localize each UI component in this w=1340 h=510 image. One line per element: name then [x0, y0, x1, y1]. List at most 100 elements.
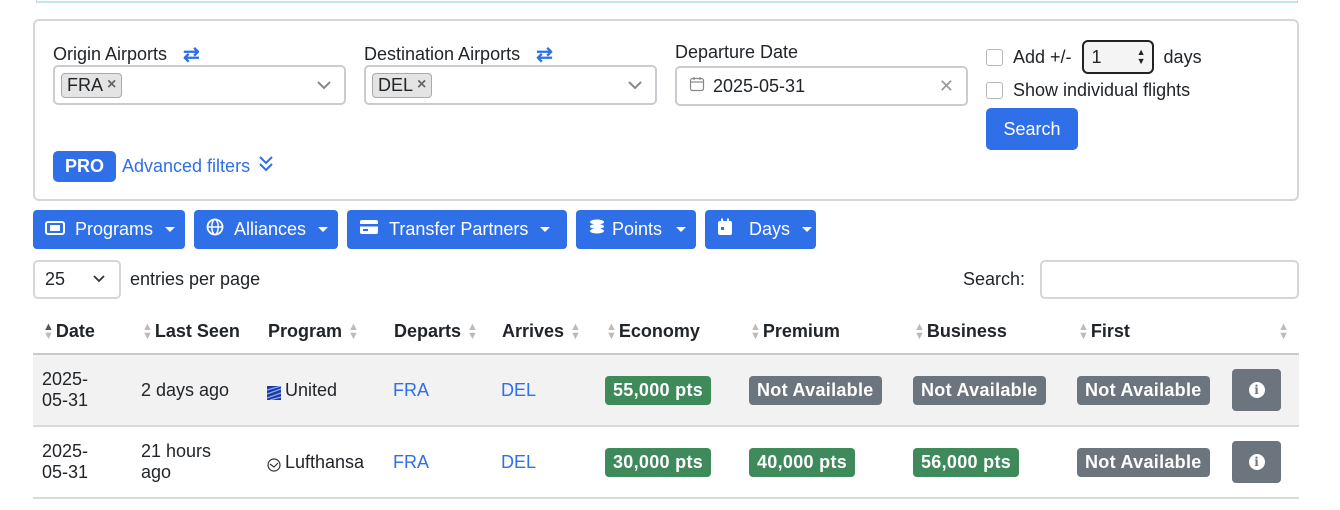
column-header-arrives[interactable]: Arrives ▲ ▼ [492, 310, 596, 355]
last-seen-part: ago [141, 462, 172, 482]
destination-airports-select[interactable]: DEL × [364, 65, 657, 105]
column-label: Economy [618, 321, 700, 341]
clear-date-icon[interactable]: ✕ [939, 76, 954, 97]
sort-asc-icon: ▲ ▼ [43, 321, 54, 343]
top-divider [36, 0, 1298, 3]
column-label: Business [926, 321, 1007, 341]
sort-icon: ▲ ▼ [1278, 321, 1289, 343]
days-label: days [1163, 46, 1202, 67]
calendar-icon [717, 218, 733, 241]
departs-cell[interactable]: FRA [384, 426, 492, 499]
sort-icon: ▲ ▼ [1078, 321, 1089, 343]
departure-date-input[interactable]: 2025-05-31 ✕ [675, 66, 968, 106]
economy-badge[interactable]: 55,000 pts [605, 375, 712, 405]
chevron-down-icon[interactable] [627, 75, 643, 95]
column-label: Program [268, 321, 343, 341]
sort-icon: ▲ ▼ [750, 321, 761, 343]
united-logo-icon [266, 384, 282, 401]
destination-tag-label: DEL [378, 74, 414, 95]
departure-date-label: Departure Date [675, 42, 799, 62]
arrives-link[interactable]: DEL [501, 452, 536, 472]
search-button[interactable]: Search [986, 108, 1078, 150]
info-button[interactable]: i [1232, 441, 1281, 483]
ticket-icon [45, 219, 65, 240]
advanced-filters-link[interactable]: Advanced filters [122, 155, 274, 178]
add-days-checkbox[interactable] [986, 48, 1003, 66]
origin-airports-select[interactable]: FRA × [53, 65, 346, 105]
table-row: 2025- 05-31 2 days ago United FRA DEL 55,… [33, 354, 1299, 427]
calendar-icon [689, 76, 705, 97]
column-label: Last Seen [154, 321, 240, 341]
date-cell: 2025- 05-31 [33, 354, 132, 427]
days-label: Days [749, 219, 791, 239]
add-days-row: Add +/- 1 ▲ ▼ days [986, 40, 1202, 74]
first-badge: Not Available [1077, 447, 1210, 477]
column-header-date[interactable]: ▲ ▼ Date [33, 310, 132, 355]
sort-icon: ▲ ▼ [606, 321, 617, 343]
date-part: 05-31 [42, 390, 89, 410]
premium-badge[interactable]: 40,000 pts [749, 447, 856, 477]
destination-label-text: Destination Airports [364, 44, 521, 64]
swap-origin-icon[interactable]: ⇄ [183, 42, 200, 67]
sort-icon: ▲ ▼ [570, 321, 581, 343]
points-dropdown[interactable]: Points [576, 210, 696, 249]
arrives-cell[interactable]: DEL [492, 426, 596, 499]
add-days-value: 1 [1091, 46, 1102, 67]
column-header-economy[interactable]: ▲ ▼ Economy [596, 310, 740, 355]
caret-down-icon [318, 227, 329, 232]
alliances-dropdown[interactable]: Alliances [194, 210, 338, 249]
origin-tag: FRA × [61, 72, 123, 98]
stepper-arrows-icon[interactable]: ▲ ▼ [1137, 48, 1146, 66]
sort-icon: ▲ ▼ [467, 321, 478, 343]
table-search-input[interactable] [1040, 260, 1299, 299]
last-seen-cell: 2 days ago [132, 354, 258, 427]
origin-tag-label: FRA [67, 74, 103, 95]
globe-icon [206, 218, 224, 241]
swap-destination-icon[interactable]: ⇄ [536, 42, 553, 67]
business-badge[interactable]: 56,000 pts [913, 447, 1020, 477]
chevron-down-icon[interactable] [316, 75, 332, 95]
column-label: Departs [394, 321, 462, 341]
first-badge: Not Available [1077, 375, 1210, 405]
economy-badge[interactable]: 30,000 pts [605, 447, 712, 477]
add-days-stepper[interactable]: 1 ▲ ▼ [1081, 40, 1154, 74]
program-cell: Lufthansa [258, 426, 384, 499]
last-seen-part: 21 hours [141, 441, 212, 461]
column-header-last-seen[interactable]: ▲ ▼ Last Seen [132, 310, 258, 355]
arrives-cell[interactable]: DEL [492, 354, 596, 427]
remove-destination-icon[interactable]: × [417, 76, 426, 94]
programs-label: Programs [75, 219, 154, 239]
column-header-premium[interactable]: ▲ ▼ Premium [740, 310, 904, 355]
date-part: 2025- [42, 369, 89, 389]
column-header-business[interactable]: ▲ ▼ Business [904, 310, 1068, 355]
show-individual-row: Show individual flights [986, 80, 1190, 101]
premium-cell: 40,000 pts [740, 426, 904, 499]
entries-per-page-select[interactable]: 25 [33, 260, 121, 299]
info-button[interactable]: i [1232, 369, 1281, 411]
show-individual-checkbox[interactable] [986, 82, 1003, 99]
coins-icon [588, 218, 606, 241]
transfer-partners-dropdown[interactable]: Transfer Partners [347, 210, 567, 249]
credit-card-icon [359, 219, 379, 240]
departure-date-value: 2025-05-31 [713, 75, 806, 96]
days-dropdown[interactable]: Days [705, 210, 816, 249]
departs-cell[interactable]: FRA [384, 354, 492, 427]
column-header-actions[interactable]: ▲ ▼ [1232, 310, 1299, 355]
departs-link[interactable]: FRA [393, 452, 429, 472]
date-part: 05-31 [42, 462, 89, 482]
column-header-departs[interactable]: Departs ▲ ▼ [384, 310, 492, 355]
sort-icon: ▲ ▼ [142, 321, 153, 343]
column-header-first[interactable]: ▲ ▼ First [1068, 310, 1232, 355]
remove-origin-icon[interactable]: × [107, 76, 116, 94]
sort-icon: ▲ ▼ [348, 321, 359, 343]
double-chevron-down-icon [258, 155, 274, 178]
departs-link[interactable]: FRA [393, 380, 429, 400]
date-cell: 2025- 05-31 [33, 426, 132, 499]
entries-value: 25 [45, 269, 66, 289]
origin-label-text: Origin Airports [53, 44, 168, 64]
actions-cell: i [1232, 426, 1299, 499]
arrives-link[interactable]: DEL [501, 380, 536, 400]
business-badge: Not Available [913, 375, 1046, 405]
column-header-program[interactable]: Program ▲ ▼ [258, 310, 384, 355]
programs-dropdown[interactable]: Programs [33, 210, 185, 249]
